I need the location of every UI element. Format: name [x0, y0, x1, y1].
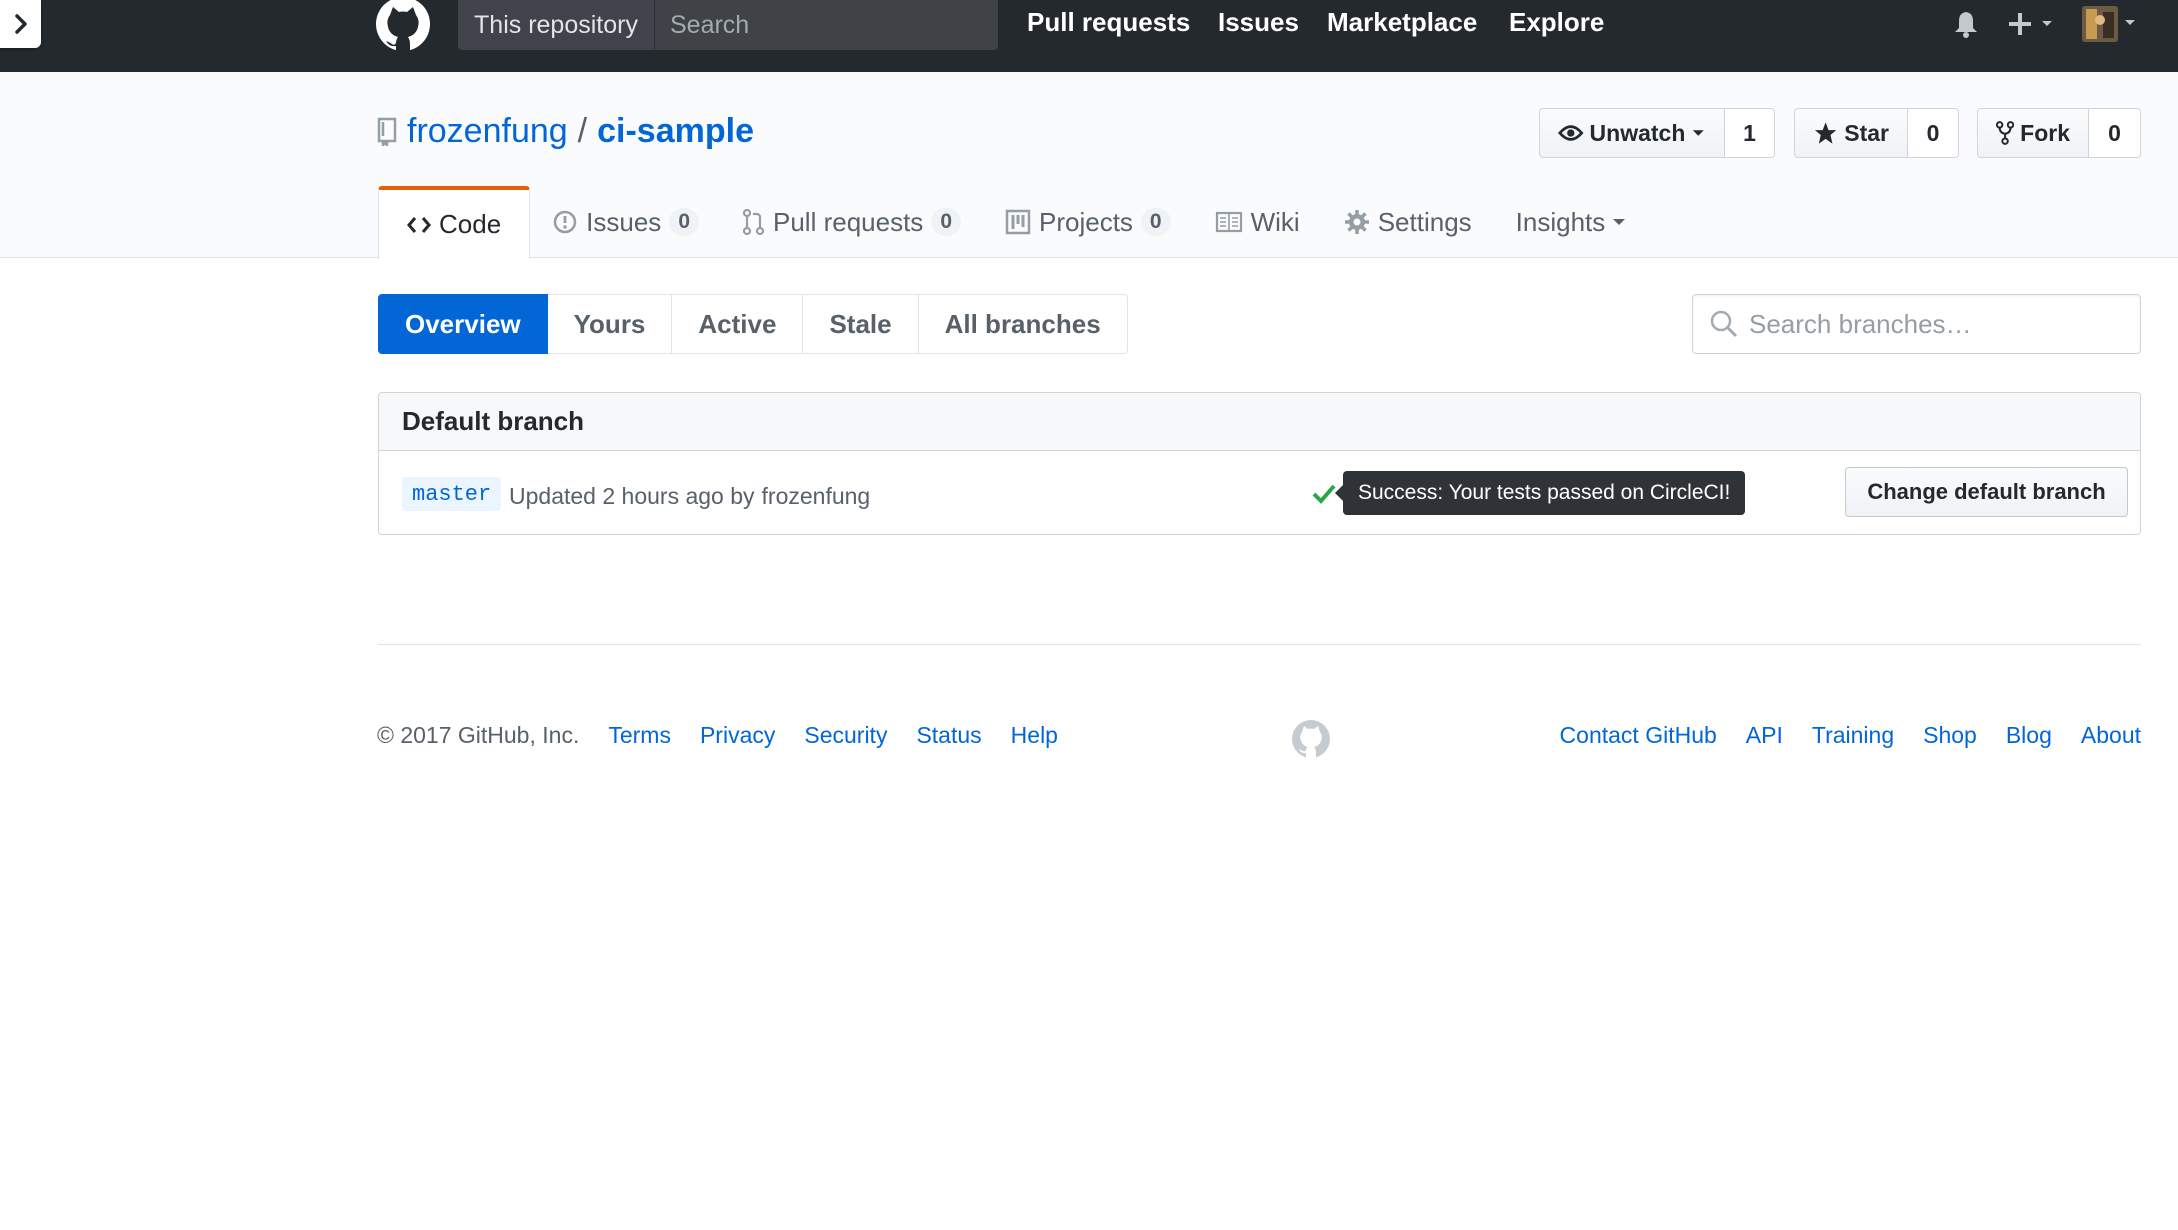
fork-label: Fork [2020, 119, 2070, 146]
tab-issues[interactable]: Issues 0 [530, 186, 721, 258]
tab-wiki[interactable]: Wiki [1193, 186, 1322, 258]
tab-insights[interactable]: Insights [1494, 186, 1650, 258]
star-button[interactable]: Star [1794, 108, 1908, 158]
footer-link-api[interactable]: API [1746, 722, 1783, 749]
filter-yours[interactable]: Yours [547, 294, 673, 354]
sidebar-toggle-button[interactable] [0, 0, 41, 48]
footer-link-terms[interactable]: Terms [608, 722, 671, 749]
fork-icon [1996, 121, 2015, 145]
branch-filter-nav: Overview Yours Active Stale All branches [378, 294, 1128, 354]
tab-settings-label: Settings [1377, 206, 1472, 237]
branch-name-link[interactable]: master [402, 477, 502, 511]
filter-all-branches[interactable]: All branches [918, 294, 1128, 354]
repo-nav: Code Issues 0 Pull requests 0 Projects 0 [378, 186, 1650, 259]
nav-marketplace[interactable]: Marketplace [1327, 3, 1477, 41]
unwatch-button[interactable]: Unwatch [1539, 108, 1725, 158]
watch-group: Unwatch 1 [1539, 108, 1775, 158]
footer-link-training[interactable]: Training [1812, 722, 1894, 749]
user-avatar[interactable] [2081, 0, 2137, 48]
change-default-branch-button[interactable]: Change default branch [1845, 467, 2128, 517]
issues-counter: 0 [669, 208, 699, 236]
git-pull-request-icon [743, 208, 765, 236]
footer-link-about[interactable]: About [2081, 722, 2141, 749]
nav-issues[interactable]: Issues [1218, 3, 1299, 41]
global-search-input[interactable]: Search [654, 0, 998, 50]
footer-link-contact-github[interactable]: Contact GitHub [1560, 722, 1717, 749]
star-icon [1814, 122, 1837, 144]
branch-author-link[interactable]: frozenfung [762, 483, 871, 510]
status-tooltip: Success: Your tests passed on CircleCI! [1334, 471, 1746, 515]
gear-icon [1344, 210, 1369, 234]
footer-link-privacy[interactable]: Privacy [700, 722, 775, 749]
forks-count[interactable]: 0 [2089, 108, 2141, 158]
footer-left: © 2017 GitHub, Inc. Terms Privacy Securi… [377, 718, 1058, 752]
default-branch-heading: Default branch [379, 393, 2140, 451]
tab-projects[interactable]: Projects 0 [983, 186, 1193, 258]
search-scope-label[interactable]: This repository [458, 0, 654, 50]
fork-group: Fork 0 [1977, 108, 2141, 158]
fork-button[interactable]: Fork [1977, 108, 2089, 158]
branch-updated-text: Updated 2 hours ago by [509, 482, 755, 509]
caret-down-icon [1613, 219, 1626, 225]
book-icon [1215, 211, 1242, 233]
create-new-plus-icon[interactable] [2008, 0, 2054, 48]
watchers-count[interactable]: 1 [1725, 108, 1775, 158]
default-branch-box: Default branch master Updated 2 hours ag… [378, 392, 2141, 535]
branch-search[interactable] [1692, 294, 2141, 354]
github-logo-icon[interactable] [373, 0, 433, 52]
repo-name-link[interactable]: ci-sample [597, 112, 754, 151]
footer-link-help[interactable]: Help [1011, 722, 1058, 749]
unwatch-label: Unwatch [1589, 119, 1686, 146]
check-success-icon[interactable] [1311, 479, 1337, 507]
projects-counter: 0 [1140, 208, 1171, 236]
nav-explore[interactable]: Explore [1509, 3, 1604, 41]
branch-search-input[interactable] [1749, 308, 2129, 340]
footer-link-status[interactable]: Status [916, 722, 981, 749]
repo-owner-link[interactable]: frozenfung [407, 112, 568, 151]
tab-wiki-label: Wiki [1250, 206, 1300, 237]
global-header: This repository Search Pull requests Iss… [0, 0, 2178, 72]
filter-overview[interactable]: Overview [378, 294, 548, 354]
code-icon [407, 216, 431, 233]
tab-pull-requests[interactable]: Pull requests 0 [721, 186, 983, 258]
issue-opened-icon [553, 210, 577, 234]
repo-title: frozenfung / ci-sample [377, 108, 754, 154]
tab-issues-label: Issues [586, 206, 662, 237]
github-mark-icon[interactable] [1290, 718, 1332, 760]
tab-settings[interactable]: Settings [1322, 186, 1494, 258]
branch-row: master Updated 2 hours ago by frozenfung… [379, 451, 2140, 535]
filter-active[interactable]: Active [672, 294, 804, 354]
repo-title-separator: / [577, 111, 588, 150]
eye-icon [1558, 125, 1584, 141]
footer-link-shop[interactable]: Shop [1923, 722, 1977, 749]
notifications-bell-icon[interactable] [1953, 0, 1979, 48]
branch-updated-info: Updated 2 hours ago by frozenfung [509, 479, 870, 513]
repo-book-icon [377, 116, 397, 146]
search-icon [1710, 310, 1738, 338]
star-group: Star 0 [1794, 108, 1959, 158]
footer-copyright: © 2017 GitHub, Inc. [377, 721, 580, 748]
filter-stale[interactable]: Stale [803, 294, 919, 354]
tab-code-label: Code [439, 209, 502, 239]
footer-link-security[interactable]: Security [804, 722, 887, 749]
stargazers-count[interactable]: 0 [1908, 108, 1959, 158]
tab-projects-label: Projects [1039, 206, 1133, 237]
chevron-right-icon [14, 14, 27, 34]
tab-pull-requests-label: Pull requests [773, 206, 924, 237]
pull-requests-counter: 0 [931, 208, 961, 236]
caret-down-icon [1693, 130, 1705, 136]
tab-insights-label: Insights [1515, 206, 1606, 237]
footer-link-blog[interactable]: Blog [2006, 722, 2052, 749]
footer-right: Contact GitHub API Training Shop Blog Ab… [1531, 718, 2141, 752]
nav-pull-requests[interactable]: Pull requests [1027, 3, 1190, 41]
project-icon [1005, 209, 1031, 235]
footer-divider [378, 644, 2141, 645]
star-label: Star [1844, 119, 1889, 146]
tab-code[interactable]: Code [378, 186, 531, 259]
